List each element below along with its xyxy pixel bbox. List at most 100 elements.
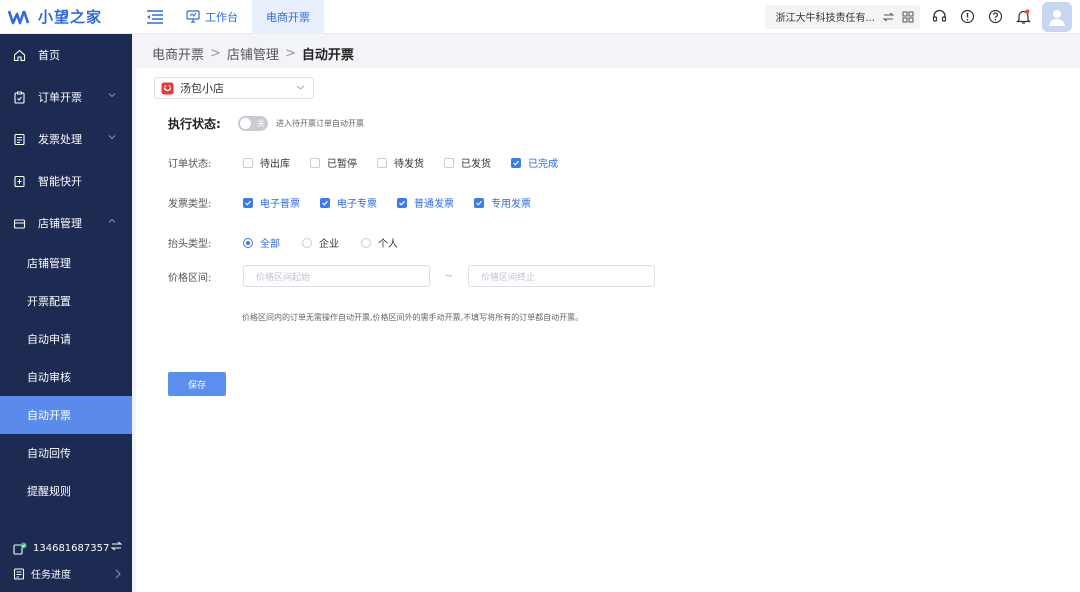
sidebar-footer: 134681687357 任务进度 xyxy=(0,536,132,592)
order-status-shipped[interactable]: 已发货 xyxy=(444,155,491,170)
sidebar-item-label: 发票处理 xyxy=(38,133,82,146)
task-list-icon xyxy=(13,567,25,580)
execution-status-row: 执行状态: 关 进入待开票订单自动开票 xyxy=(168,115,364,132)
title-type-company[interactable]: 企业 xyxy=(302,235,339,250)
help-icon[interactable] xyxy=(986,8,1004,26)
invoice-type-label: 发票类型: xyxy=(168,199,212,210)
radio-label: 全部 xyxy=(260,239,280,250)
smart-invoice-icon xyxy=(14,175,25,187)
invoice-type-e-special[interactable]: 电子专票 xyxy=(320,195,377,210)
account-switcher[interactable]: 134681687357 xyxy=(0,536,132,561)
checkbox-checked[interactable] xyxy=(474,197,484,208)
checkbox-label: 电子普票 xyxy=(260,199,300,210)
bell-icon[interactable] xyxy=(1014,8,1032,26)
breadcrumb-current: 自动开票 xyxy=(301,47,354,63)
radio-label: 企业 xyxy=(319,239,339,250)
checkbox-label: 待发货 xyxy=(394,159,424,170)
sidebar-item-invoice-processing[interactable]: 发票处理 xyxy=(0,118,132,160)
invoice-type-e-normal[interactable]: 电子普票 xyxy=(243,195,300,210)
checkbox-label: 已暂停 xyxy=(327,159,357,170)
checkbox-checked[interactable] xyxy=(243,197,253,208)
collapse-menu-button[interactable] xyxy=(138,0,172,34)
shop-select[interactable]: 汤包小店 xyxy=(154,77,314,99)
shop-name: 汤包小店 xyxy=(180,82,224,95)
monitor-icon xyxy=(186,10,200,23)
brand-logo[interactable]: 小望之家 xyxy=(0,0,132,34)
invoice-type-row: 发票类型: 电子普票 电子专票 普通发票 专用发票 xyxy=(168,195,551,210)
execution-status-label: 执行状态: xyxy=(168,117,221,131)
checkbox[interactable] xyxy=(444,157,454,168)
radio[interactable] xyxy=(302,237,312,248)
title-type-label: 抬头类型: xyxy=(168,239,212,250)
swap-icon xyxy=(111,541,122,551)
order-status-pending-ship[interactable]: 待发货 xyxy=(377,155,424,170)
sidebar-item-label: 智能快开 xyxy=(38,175,82,188)
chevron-down-icon xyxy=(108,135,116,140)
range-separator: ~ xyxy=(444,270,454,282)
task-progress-label: 任务进度 xyxy=(31,570,71,581)
check-icon xyxy=(476,200,482,206)
checkbox-label: 已发货 xyxy=(461,159,491,170)
checkbox[interactable] xyxy=(243,157,253,168)
title-type-all[interactable]: 全部 xyxy=(243,235,280,250)
check-icon xyxy=(513,160,519,166)
save-button[interactable]: 保存 xyxy=(168,372,226,396)
checkbox[interactable] xyxy=(310,157,320,168)
top-bar: 小望之家 工作台 电商开票 浙江大牛科技责任有... xyxy=(0,0,1080,34)
info-alert-icon[interactable] xyxy=(958,8,976,26)
sidebar-subitem-store-management[interactable]: 店铺管理 xyxy=(0,244,132,282)
sidebar-item-store-management[interactable]: 店铺管理 xyxy=(0,202,132,244)
chevron-right-icon xyxy=(115,569,121,579)
price-range-label: 价格区间: xyxy=(168,272,212,284)
breadcrumb-separator: > xyxy=(210,45,221,61)
breadcrumb-item[interactable]: 电商开票 xyxy=(152,44,204,63)
shop-logo-icon xyxy=(161,82,174,94)
task-progress-link[interactable]: 任务进度 xyxy=(0,561,132,586)
sidebar-subitem-auto-apply[interactable]: 自动申请 xyxy=(0,320,132,358)
tab-workbench-label: 工作台 xyxy=(205,10,238,24)
main-content: 电商开票 > 店铺管理 > 自动开票 汤包小店 执行状态: 关 进入待开票订单自… xyxy=(136,38,1080,592)
price-range-start-input[interactable]: 价格区间起始 xyxy=(243,265,430,287)
sidebar-subitem-auto-return[interactable]: 自动回传 xyxy=(0,434,132,472)
account-phone: 134681687357 xyxy=(33,543,110,554)
sidebar-subitem-auto-invoice[interactable]: 自动开票 xyxy=(0,396,132,434)
sidebar-item-label: 订单开票 xyxy=(38,91,82,104)
breadcrumb-item[interactable]: 店铺管理 xyxy=(227,44,279,63)
toggle-knob xyxy=(240,118,251,129)
tab-ecommerce-invoice[interactable]: 电商开票 xyxy=(252,0,324,34)
sidebar-item-order-invoice[interactable]: 订单开票 xyxy=(0,76,132,118)
checkbox-checked[interactable] xyxy=(397,197,407,208)
chevron-up-icon xyxy=(108,218,116,223)
sidebar-subitem-invoice-config[interactable]: 开票配置 xyxy=(0,282,132,320)
radio-selected[interactable] xyxy=(243,237,253,248)
order-status-paused[interactable]: 已暂停 xyxy=(310,155,357,170)
sidebar-subitem-reminder-rules[interactable]: 提醒规则 xyxy=(0,472,132,510)
breadcrumb-separator: > xyxy=(284,45,296,61)
invoice-type-paper-special[interactable]: 专用发票 xyxy=(474,195,531,210)
order-status-row: 订单状态: 待出库 已暂停 待发货 已发货 已完成 xyxy=(168,155,578,170)
grid-icon[interactable] xyxy=(902,11,914,23)
headset-icon[interactable] xyxy=(930,8,948,26)
tab-workbench[interactable]: 工作台 xyxy=(172,0,252,34)
execution-toggle[interactable]: 关 xyxy=(238,116,268,131)
checkbox-checked[interactable] xyxy=(511,157,521,168)
sidebar-subitem-auto-review[interactable]: 自动审核 xyxy=(0,358,132,396)
radio-label: 个人 xyxy=(378,239,398,250)
sidebar-item-home[interactable]: 首页 xyxy=(0,34,132,76)
order-status-completed[interactable]: 已完成 xyxy=(511,155,558,170)
title-type-personal[interactable]: 个人 xyxy=(361,235,398,250)
checkbox-checked[interactable] xyxy=(320,197,330,208)
sidebar: 首页 订单开票 发票处理 智能快开 店铺管理 店铺管理 开票配置 自动申请 自动… xyxy=(0,34,132,592)
order-status-pending-out[interactable]: 待出库 xyxy=(243,155,290,170)
price-range-end-input[interactable]: 价格区间终止 xyxy=(468,265,655,287)
radio[interactable] xyxy=(361,237,371,248)
avatar[interactable] xyxy=(1042,1,1072,32)
top-right-tools: 浙江大牛科技责任有... xyxy=(765,0,1080,34)
title-type-row: 抬头类型: 全部 企业 个人 xyxy=(168,235,420,250)
invoice-type-paper-normal[interactable]: 普通发票 xyxy=(397,195,454,210)
sidebar-item-label: 首页 xyxy=(38,49,60,62)
company-switcher[interactable]: 浙江大牛科技责任有... xyxy=(765,4,920,29)
checkbox[interactable] xyxy=(377,157,387,168)
sidebar-item-smart-invoice[interactable]: 智能快开 xyxy=(0,160,132,202)
brand-logo-icon xyxy=(8,10,30,24)
